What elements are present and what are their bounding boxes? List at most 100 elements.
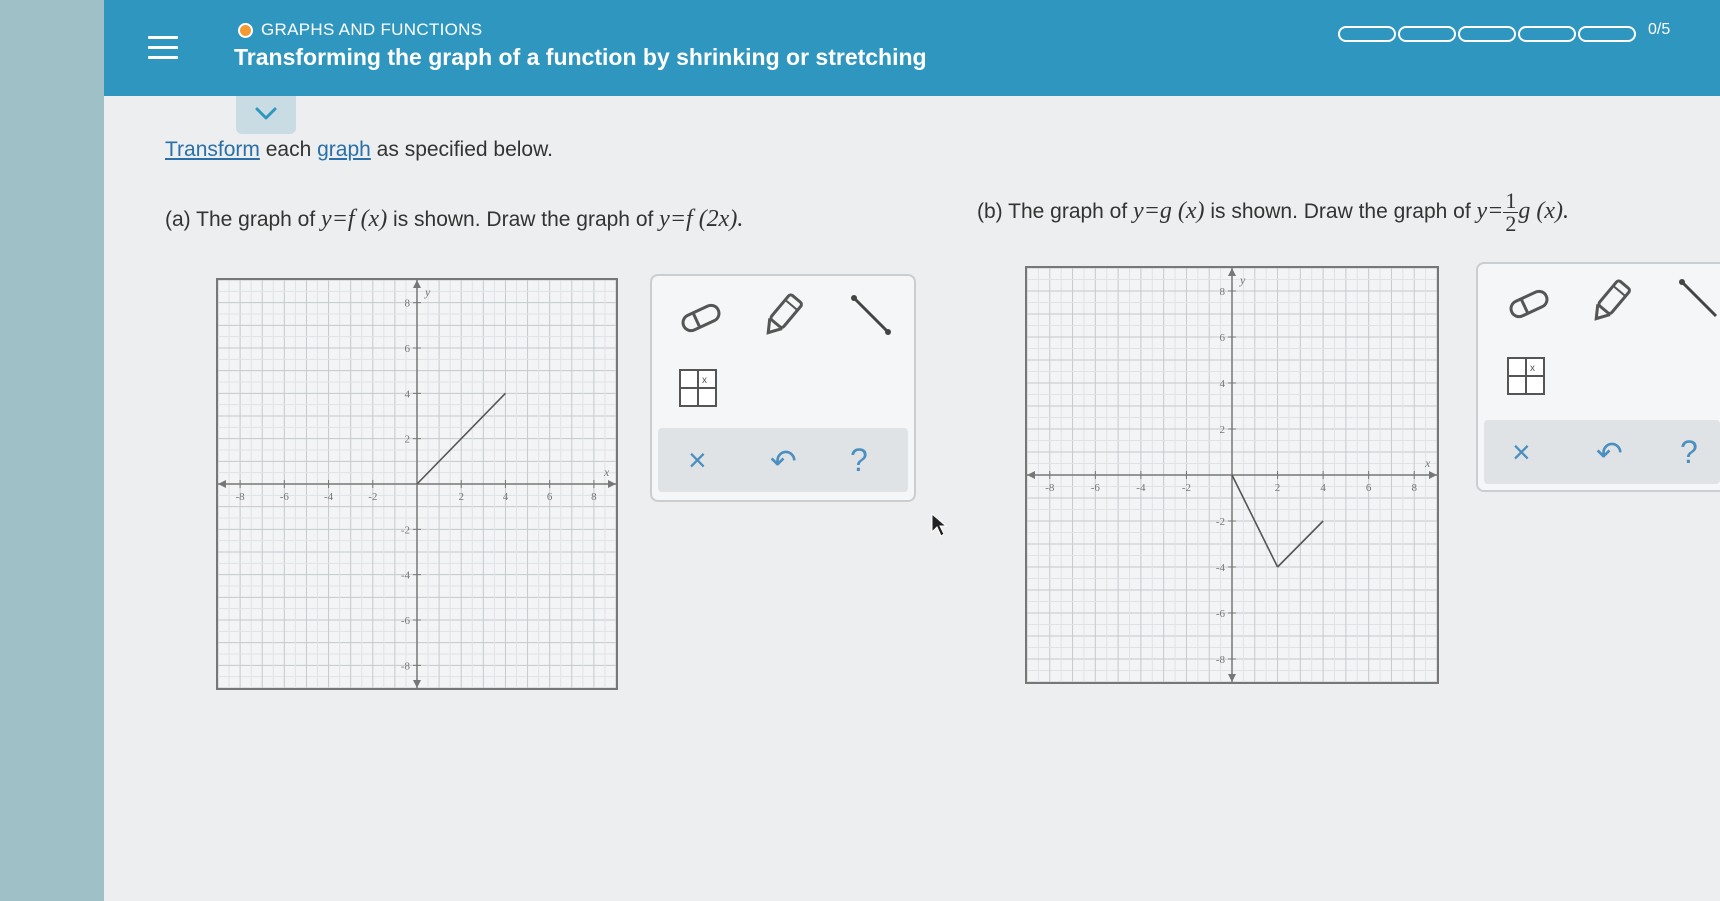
line-segment-icon (851, 295, 891, 335)
progress-label: 0/5 (1648, 21, 1671, 38)
target-function-b-lhs: y= (1476, 198, 1504, 225)
x-axis-label: x (1424, 456, 1431, 470)
x-axis-arrow (1027, 471, 1035, 479)
mouse-cursor-icon (931, 512, 948, 537)
pencil-tool-button[interactable] (760, 290, 806, 345)
x-tick-label: 2 (458, 491, 464, 503)
y-axis-arrow (413, 680, 421, 688)
question-a: (a) The graph of y=f (x) is shown. Draw … (165, 206, 744, 232)
x-tick-label: -8 (1045, 482, 1055, 494)
graph-a-plot[interactable]: -8 -6 -4 -2 2 4 6 8 8 6 4 2 -2 -4 -6 -8 x y (217, 279, 617, 689)
progress-segment (1398, 26, 1456, 42)
line-segment-tool-button[interactable] (848, 294, 894, 343)
fraction-one-half: 12 (1503, 188, 1519, 236)
x-axis-arrow (608, 480, 616, 488)
progress-segment (1458, 26, 1516, 42)
undo-button[interactable]: ↶ (1596, 434, 1623, 472)
eraser-tool-button[interactable] (1504, 284, 1554, 329)
y-tick-label: 4 (405, 388, 411, 400)
clear-button[interactable]: × (688, 442, 707, 479)
graph-a-canvas[interactable]: -8 -6 -4 -2 2 4 6 8 8 6 4 2 -2 -4 -6 -8 x y (216, 278, 618, 690)
table-tool-button[interactable]: x (1506, 356, 1546, 401)
given-function-a: y=f (x) (321, 206, 388, 232)
undo-button[interactable]: ↶ (770, 442, 797, 480)
y-tick-label: 2 (405, 434, 411, 446)
y-tick-label: -6 (1216, 608, 1226, 620)
x-tick-label: 8 (591, 491, 597, 503)
y-tick-label: 8 (1220, 286, 1226, 298)
y-tick-label: -2 (401, 524, 410, 536)
progress-segment (1578, 26, 1636, 42)
toolbox-b: x × ↶ ? (1476, 262, 1720, 492)
x-tick-label: -8 (236, 491, 246, 503)
x-tick-label: 8 (1411, 482, 1417, 494)
eraser-tool-button[interactable] (676, 298, 726, 343)
x-axis-arrow (1429, 471, 1437, 479)
progress-bar (1338, 26, 1636, 42)
y-axis-arrow (1228, 268, 1236, 276)
pencil-icon (766, 293, 803, 335)
chevron-down-icon (255, 107, 277, 120)
x-tick-label: 4 (503, 491, 509, 503)
help-button[interactable]: ? (850, 442, 868, 479)
x-tick-label: -4 (324, 491, 334, 503)
topic-label: GRAPHS AND FUNCTIONS (238, 20, 482, 40)
y-axis-label: y (424, 285, 431, 299)
progress-segment (1518, 26, 1576, 42)
y-tick-label: 2 (1220, 424, 1226, 436)
y-tick-label: 4 (1220, 378, 1226, 390)
x-tick-label: -6 (280, 491, 290, 503)
given-function-b: y=g (x) (1133, 198, 1205, 225)
y-axis-arrow (413, 280, 421, 288)
page-title: Transforming the graph of a function by … (234, 44, 927, 70)
eraser-icon (681, 303, 721, 333)
collapse-toggle-button[interactable] (236, 96, 296, 134)
menu-button[interactable] (148, 36, 178, 62)
x-axis-label: x (603, 465, 610, 479)
y-tick-label: 6 (405, 343, 411, 355)
target-function-a: y=f (2x). (659, 206, 744, 232)
y-tick-label: -2 (1216, 516, 1225, 528)
graph-b-plot[interactable]: -8 -6 -4 -2 2 4 6 8 8 6 4 2 -2 -4 -6 -8 x y (1026, 267, 1438, 683)
x-tick-label: 4 (1320, 482, 1326, 494)
x-tick-label: 6 (1366, 482, 1372, 494)
clear-button[interactable]: × (1512, 434, 1531, 471)
y-tick-label: -4 (1216, 562, 1226, 574)
graph-b-canvas[interactable]: -8 -6 -4 -2 2 4 6 8 8 6 4 2 -2 -4 -6 -8 x y (1025, 266, 1439, 684)
graph-link[interactable]: graph (317, 138, 371, 161)
x-tick-label: -2 (1182, 482, 1191, 494)
help-button[interactable]: ? (1680, 434, 1698, 471)
y-tick-label: 8 (405, 298, 411, 310)
x-axis-arrow (218, 480, 226, 488)
left-margin (0, 0, 114, 901)
table-tool-button[interactable]: x (678, 368, 718, 413)
toolbox-a: x × ↶ ? (650, 274, 916, 502)
svg-text:x: x (702, 375, 707, 386)
svg-text:x: x (1530, 363, 1535, 374)
table-grid-icon: x (679, 369, 717, 407)
y-tick-label: -8 (401, 660, 411, 672)
y-tick-label: 6 (1220, 332, 1226, 344)
instruction-text: Transform each graph as specified below. (165, 138, 553, 161)
y-tick-label: -8 (1216, 654, 1226, 666)
pencil-icon (1594, 279, 1631, 321)
pencil-tool-button[interactable] (1588, 276, 1634, 331)
toolbox-a-actions: × ↶ ? (658, 428, 908, 492)
topic-status-dot (238, 22, 253, 38)
target-function-b-rhs: g (x). (1518, 198, 1569, 225)
y-axis-arrow (1228, 674, 1236, 682)
topic-text: GRAPHS AND FUNCTIONS (261, 20, 483, 39)
y-axis-label: y (1239, 273, 1246, 287)
x-tick-label: 2 (1275, 482, 1281, 494)
line-segment-tool-button[interactable] (1676, 278, 1720, 327)
line-segment-icon (1679, 279, 1718, 318)
eraser-icon (1509, 289, 1549, 319)
table-grid-icon: x (1507, 357, 1545, 395)
toolbox-b-actions: × ↶ ? (1484, 420, 1720, 484)
progress-segment (1338, 26, 1396, 42)
x-tick-label: -4 (1136, 482, 1146, 494)
y-tick-label: -6 (401, 615, 411, 627)
y-tick-label: -4 (401, 570, 411, 582)
transform-link[interactable]: Transform (165, 138, 260, 161)
question-b: (b) The graph of y=g (x) is shown. Draw … (977, 188, 1569, 236)
